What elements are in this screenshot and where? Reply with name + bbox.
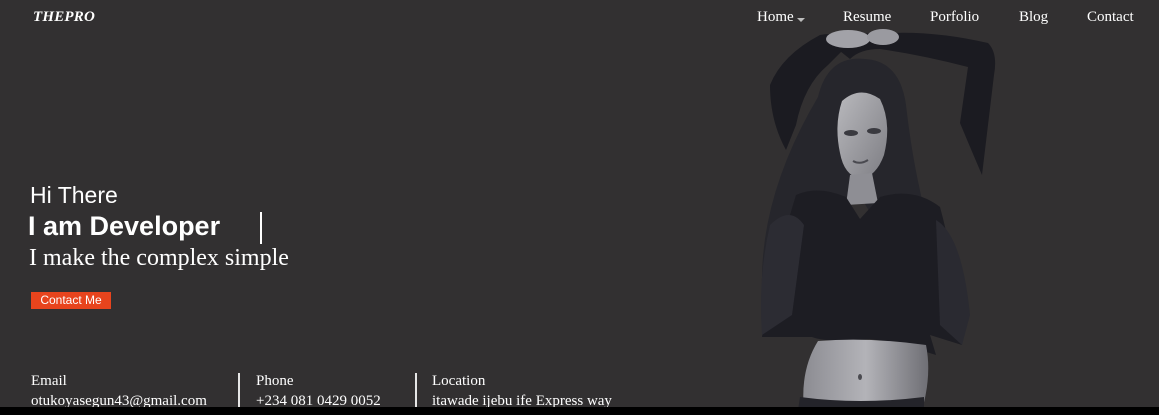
- hero-tagline: I make the complex simple: [29, 245, 289, 271]
- nav-home-label: Home: [757, 9, 794, 25]
- hero-role: I am Developer: [28, 211, 221, 241]
- nav-blog[interactable]: Blog: [1019, 9, 1048, 26]
- email-info: Email otukoyasegun43@gmail.com: [31, 373, 207, 409]
- contact-me-button[interactable]: Contact Me: [31, 292, 111, 309]
- email-label: Email: [31, 373, 67, 389]
- typing-cursor: [260, 212, 262, 244]
- location-info: Location itawade ijebu ife Express way: [432, 373, 612, 409]
- bottom-bar: [0, 407, 1159, 415]
- nav-resume[interactable]: Resume: [843, 9, 891, 26]
- info-divider: [238, 373, 240, 408]
- nav-contact[interactable]: Contact: [1087, 9, 1134, 26]
- nav-portfolio[interactable]: Porfolio: [930, 9, 979, 26]
- phone-label: Phone: [256, 373, 294, 389]
- caret-down-icon: [796, 18, 805, 22]
- hero-portrait: [761, 29, 996, 410]
- location-label: Location: [432, 373, 486, 389]
- phone-info: Phone +234 081 0429 0052: [256, 373, 381, 409]
- info-divider: [415, 373, 417, 408]
- hero-greeting: Hi There: [30, 182, 118, 208]
- nav-home[interactable]: Home: [757, 9, 805, 26]
